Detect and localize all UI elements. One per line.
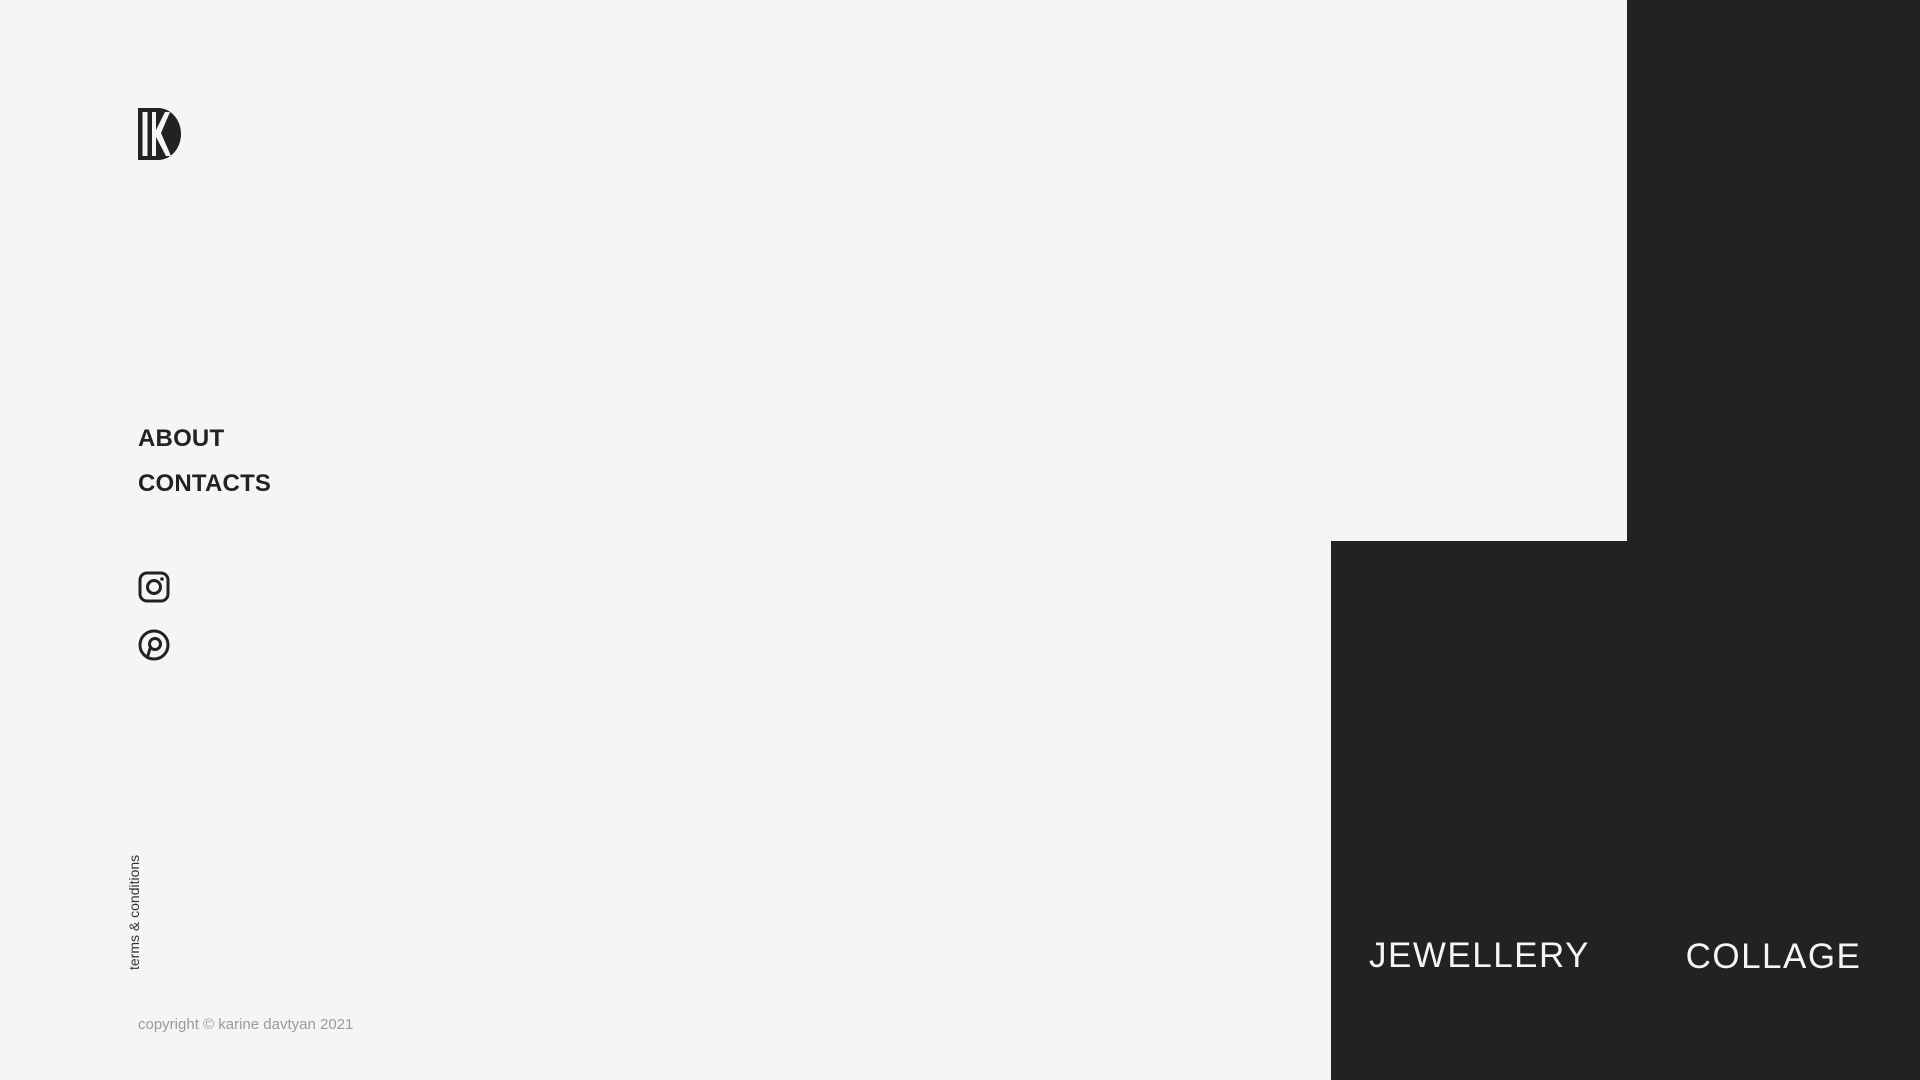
pinterest-link[interactable] — [138, 629, 170, 661]
main-nav: ABOUT CONTACTS — [138, 416, 271, 506]
category-jewellery-label: JEWELLERY — [1369, 936, 1590, 975]
instagram-link[interactable] — [138, 571, 170, 603]
category-collage-label: COLLAGE — [1685, 937, 1862, 976]
terms-link[interactable]: terms & conditions — [126, 845, 144, 970]
social-links — [138, 571, 170, 687]
category-collage-panel[interactable]: COLLAGE — [1627, 0, 1920, 1080]
copyright-text: copyright © karine davtyan 2021 — [138, 1016, 354, 1033]
nav-about-link[interactable]: ABOUT — [138, 416, 271, 461]
kd-monogram-icon — [138, 108, 181, 160]
nav-contacts-link[interactable]: CONTACTS — [138, 461, 271, 506]
category-jewellery-panel[interactable]: JEWELLERY — [1331, 541, 1628, 1080]
instagram-icon — [138, 571, 170, 603]
page: ABOUT CONTACTS terms & conditions copyri… — [0, 0, 1920, 1080]
logo-link[interactable] — [138, 108, 184, 160]
pinterest-icon — [138, 629, 170, 661]
